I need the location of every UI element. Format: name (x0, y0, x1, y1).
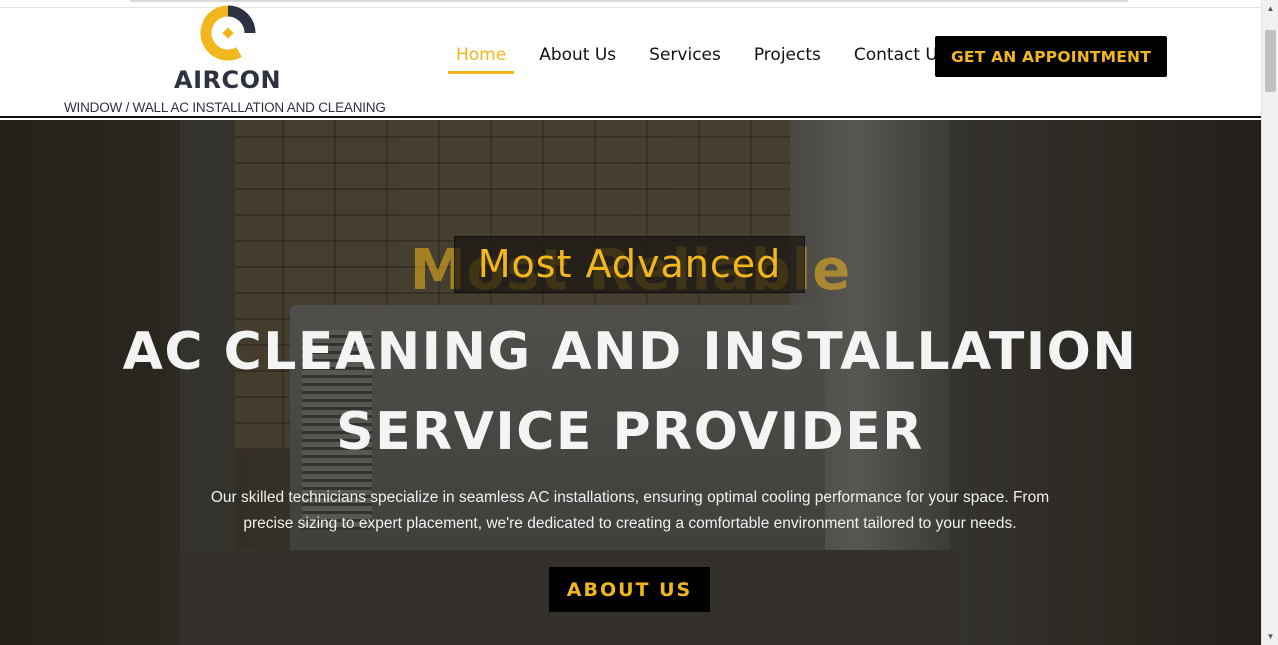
nav-item-services[interactable]: Services (641, 42, 729, 74)
nav-item-about-us[interactable]: About Us (531, 42, 624, 74)
get-appointment-button[interactable]: GET AN APPOINTMENT (935, 36, 1167, 77)
logo-tagline: WINDOW / WALL AC INSTALLATION AND CLEANI… (64, 100, 386, 115)
scroll-up-arrow-icon[interactable]: ▲ (1262, 0, 1278, 17)
hero-title: AC CLEANING AND INSTALLATION SERVICE PRO… (122, 322, 1138, 462)
site-header: AIRCON WINDOW / WALL AC INSTALLATION AND… (0, 5, 1261, 118)
hero-section: Most Reliable Most Advanced AC CLEANING … (0, 120, 1261, 645)
hero-content: Most Reliable Most Advanced AC CLEANING … (0, 120, 1261, 645)
rotator-current-word: Most Advanced (477, 242, 782, 286)
about-us-button[interactable]: ABOUT US (549, 567, 710, 612)
site-logo[interactable]: AIRCON WINDOW / WALL AC INSTALLATION AND… (64, 5, 394, 118)
page-scrollbar[interactable]: ▲ ▼ (1261, 0, 1278, 645)
hero-rotating-headline: Most Reliable Most Advanced (0, 236, 1261, 303)
hero-description: Our skilled technicians specialize in se… (210, 489, 1050, 532)
aircon-logo-icon (200, 5, 256, 61)
browser-top-strip (0, 0, 1261, 8)
main-navigation: Home About Us Services Projects Contact … (448, 42, 972, 74)
logo-brand-name: AIRCON (174, 66, 282, 94)
nav-item-home[interactable]: Home (448, 42, 515, 74)
scroll-down-arrow-icon[interactable]: ▼ (1262, 628, 1278, 645)
top-strip-bar (130, 0, 1128, 2)
nav-item-projects[interactable]: Projects (746, 42, 829, 74)
scrollbar-thumb[interactable] (1265, 30, 1276, 92)
